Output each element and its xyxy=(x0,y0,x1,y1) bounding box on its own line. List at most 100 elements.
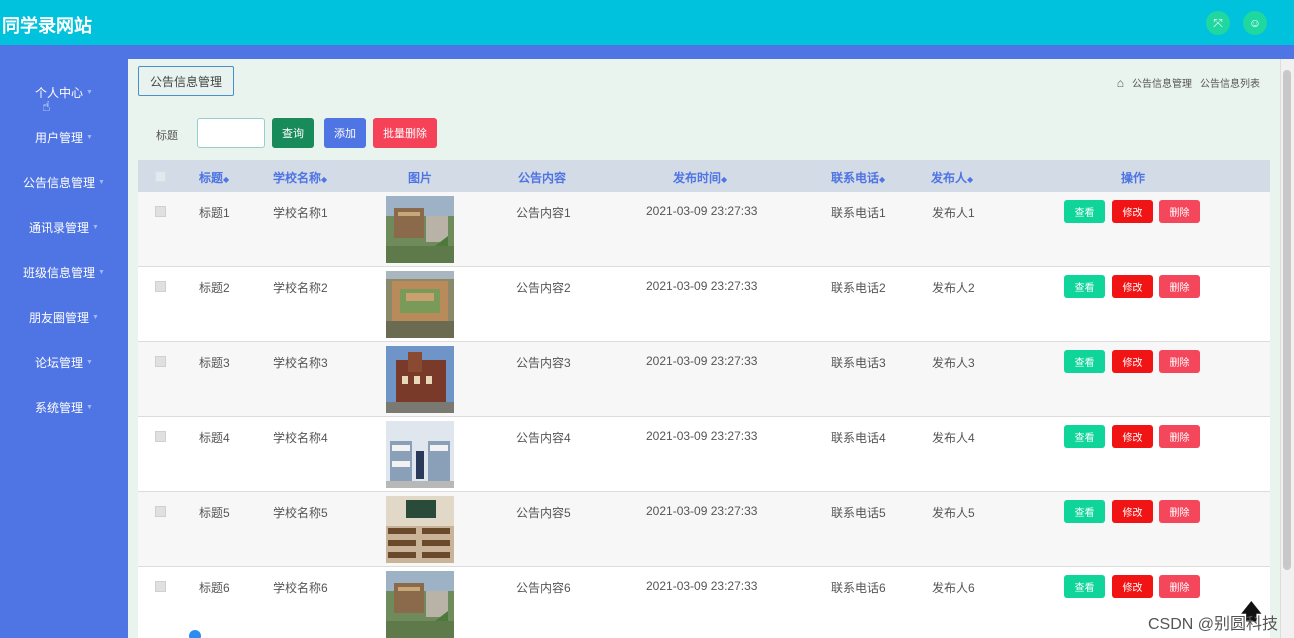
chevron-down-icon: ▼ xyxy=(98,178,105,186)
cell-time: 2021-03-09 23:27:33 xyxy=(646,429,758,443)
column-header-school[interactable]: 学校名称◆ xyxy=(273,169,327,186)
tab-announcement-management[interactable]: 公告信息管理 xyxy=(138,66,234,96)
row-checkbox[interactable] xyxy=(155,431,166,442)
cell-publisher: 发布人6 xyxy=(932,581,975,595)
row-checkbox[interactable] xyxy=(155,356,166,367)
row-checkbox[interactable] xyxy=(155,206,166,217)
column-header-label: 发布时间 xyxy=(673,171,722,185)
cell-title: 标题2 xyxy=(199,281,230,295)
table-row: 标题6 学校名称6 公告内容6 2021-03-09 23:27:33 联系电话… xyxy=(138,567,1270,638)
breadcrumb-item: 公告信息列表 xyxy=(1200,79,1260,90)
row-checkbox[interactable] xyxy=(155,581,166,592)
announcement-image[interactable] xyxy=(386,271,454,338)
delete-button[interactable]: 删除 xyxy=(1159,425,1200,448)
sidebar-item-classes[interactable]: 班级信息管理 ▼ xyxy=(0,262,128,282)
edit-button[interactable]: 修改 xyxy=(1112,575,1153,598)
cell-school: 学校名称3 xyxy=(273,356,328,370)
cell-content: 公告内容1 xyxy=(516,206,571,220)
announcement-image[interactable] xyxy=(386,196,454,263)
column-header-publisher[interactable]: 发布人◆ xyxy=(931,169,973,186)
fullscreen-icon[interactable]: ⤧ xyxy=(1206,11,1230,35)
delete-button[interactable]: 删除 xyxy=(1159,200,1200,223)
cell-title: 标题5 xyxy=(199,506,230,520)
sidebar-item-forum[interactable]: 论坛管理 ▼ xyxy=(0,352,128,372)
cell-content: 公告内容2 xyxy=(516,281,571,295)
table-row: 标题4 学校名称4 公告内容4 2021-03-09 23:27:33 联系电话… xyxy=(138,417,1270,492)
top-bar: 同学录网站 ⤧ ☺ xyxy=(0,0,1294,45)
column-header-title[interactable]: 标题◆ xyxy=(199,169,229,186)
home-icon[interactable]: ⌂ xyxy=(1117,76,1124,90)
announcement-image[interactable] xyxy=(386,421,454,488)
chevron-down-icon: ▼ xyxy=(86,358,93,366)
sort-icon[interactable]: ◆ xyxy=(321,175,327,184)
cell-time: 2021-03-09 23:27:33 xyxy=(646,279,758,293)
announcement-image[interactable] xyxy=(386,571,454,638)
column-header-phone[interactable]: 联系电话◆ xyxy=(831,169,885,186)
view-button[interactable]: 查看 xyxy=(1064,425,1105,448)
view-button[interactable]: 查看 xyxy=(1064,500,1105,523)
view-button[interactable]: 查看 xyxy=(1064,350,1105,373)
sort-icon[interactable]: ◆ xyxy=(223,175,229,184)
announcement-image[interactable] xyxy=(386,496,454,563)
column-header-actions: 操作 xyxy=(1121,171,1146,185)
query-button[interactable]: 查询 xyxy=(272,118,314,148)
sidebar-item-label: 用户管理 xyxy=(35,130,84,145)
column-header-label: 发布人 xyxy=(931,171,968,185)
add-button[interactable]: 添加 xyxy=(324,118,366,148)
sort-icon[interactable]: ◆ xyxy=(967,175,973,184)
delete-button[interactable]: 删除 xyxy=(1159,275,1200,298)
select-all-checkbox[interactable] xyxy=(155,171,166,182)
chevron-down-icon: ▼ xyxy=(86,403,93,411)
sidebar-item-personal-center[interactable]: 个人中心 ▼ xyxy=(0,82,128,102)
row-checkbox[interactable] xyxy=(155,281,166,292)
title-search-input[interactable] xyxy=(197,118,265,148)
sidebar-item-moments[interactable]: 朋友圈管理 ▼ xyxy=(0,307,128,327)
edit-button[interactable]: 修改 xyxy=(1112,500,1153,523)
sidebar: 个人中心 ▼ ☝ 用户管理 ▼ 公告信息管理 ▼ 通讯录管理 ▼ 班级信息管理 ▼ 朋友圈… xyxy=(0,59,128,638)
bulk-delete-button[interactable]: 批量删除 xyxy=(373,118,437,148)
delete-button[interactable]: 删除 xyxy=(1159,500,1200,523)
edit-button[interactable]: 修改 xyxy=(1112,350,1153,373)
edit-button[interactable]: 修改 xyxy=(1112,425,1153,448)
cell-school: 学校名称1 xyxy=(273,206,328,220)
user-icon[interactable]: ☺ xyxy=(1243,11,1267,35)
cell-publisher: 发布人5 xyxy=(932,506,975,520)
cell-publisher: 发布人4 xyxy=(932,431,975,445)
sidebar-item-label: 朋友圈管理 xyxy=(29,310,90,325)
view-button[interactable]: 查看 xyxy=(1064,275,1105,298)
app-title: 同学录网站 xyxy=(2,16,92,36)
column-header-content: 公告内容 xyxy=(518,171,567,185)
view-button[interactable]: 查看 xyxy=(1064,575,1105,598)
cell-publisher: 发布人3 xyxy=(932,356,975,370)
hand-cursor-icon: ☝ xyxy=(42,98,51,114)
scrollbar-thumb[interactable] xyxy=(1283,70,1291,570)
row-checkbox[interactable] xyxy=(155,506,166,517)
edit-button[interactable]: 修改 xyxy=(1112,200,1153,223)
cell-phone: 联系电话5 xyxy=(831,506,886,520)
announcement-image[interactable] xyxy=(386,346,454,413)
scroll-indicator[interactable] xyxy=(189,630,201,638)
sidebar-item-system[interactable]: 系统管理 ▼ xyxy=(0,397,128,417)
column-header-time[interactable]: 发布时间◆ xyxy=(673,169,727,186)
delete-button[interactable]: 删除 xyxy=(1159,350,1200,373)
sidebar-item-label: 通讯录管理 xyxy=(29,220,90,235)
sort-icon[interactable]: ◆ xyxy=(879,175,885,184)
cell-phone: 联系电话3 xyxy=(831,356,886,370)
view-button[interactable]: 查看 xyxy=(1064,200,1105,223)
sort-icon[interactable]: ◆ xyxy=(721,175,727,184)
delete-button[interactable]: 删除 xyxy=(1159,575,1200,598)
cell-content: 公告内容4 xyxy=(516,431,571,445)
sidebar-item-users[interactable]: 用户管理 ▼ xyxy=(0,127,128,147)
cell-time: 2021-03-09 23:27:33 xyxy=(646,354,758,368)
announcement-table: 标题◆ 学校名称◆ 图片 公告内容 发布时间◆ 联系电话◆ 发布人◆ 操作 标题… xyxy=(138,160,1270,638)
header-band xyxy=(0,45,1294,59)
sidebar-item-contacts[interactable]: 通讯录管理 ▼ xyxy=(0,217,128,237)
edit-button[interactable]: 修改 xyxy=(1112,275,1153,298)
sidebar-item-label: 论坛管理 xyxy=(35,355,84,370)
cell-school: 学校名称6 xyxy=(273,581,328,595)
cell-time: 2021-03-09 23:27:33 xyxy=(646,579,758,593)
watermark: CSDN @别圆科技 xyxy=(1147,616,1278,633)
sidebar-item-announcements[interactable]: 公告信息管理 ▼ xyxy=(0,172,128,192)
breadcrumb-item[interactable]: 公告信息管理 xyxy=(1132,75,1192,90)
column-header-label: 标题 xyxy=(199,171,224,185)
